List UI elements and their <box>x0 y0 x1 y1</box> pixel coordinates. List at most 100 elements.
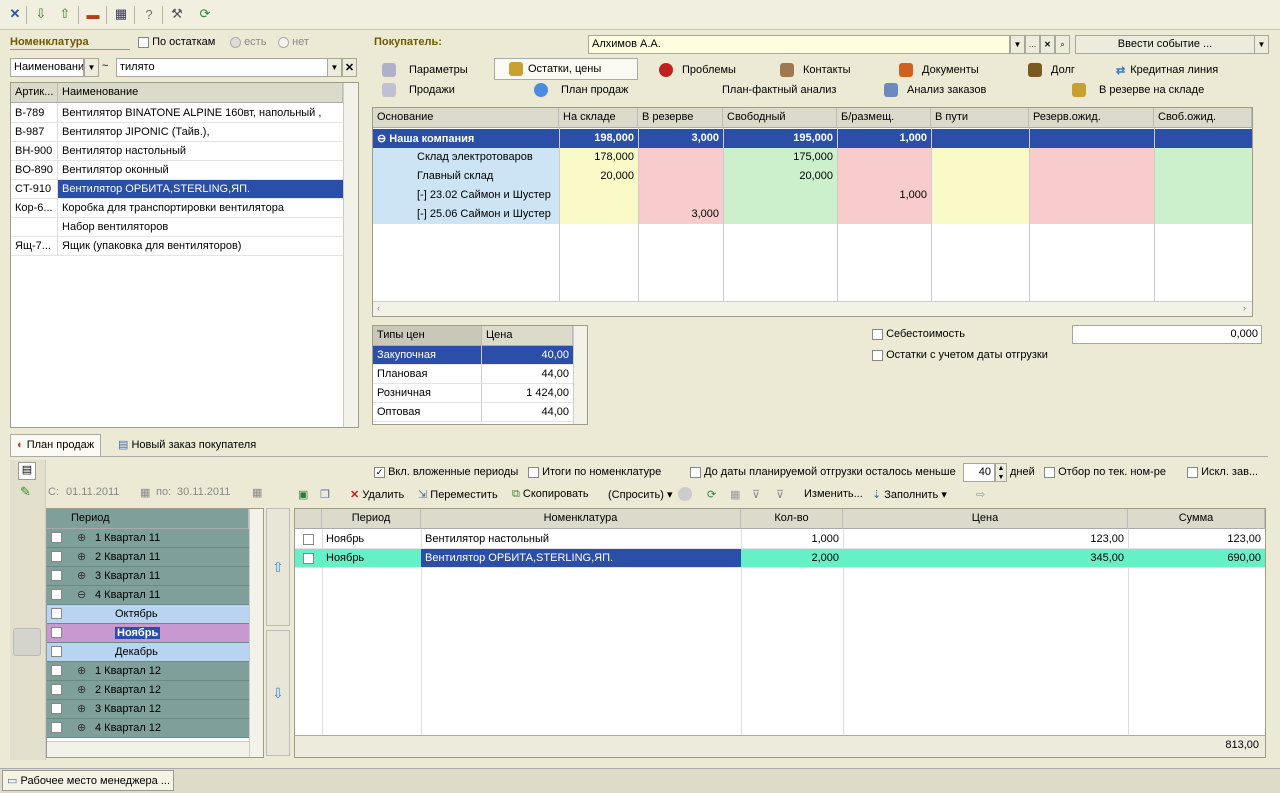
period-checkbox[interactable] <box>51 608 62 619</box>
row-checkbox[interactable] <box>303 552 314 564</box>
price-value-cell[interactable]: 44,00 <box>482 403 573 422</box>
tab-stock-prices[interactable]: Остатки, цены <box>494 58 638 80</box>
help-icon[interactable]: ? <box>140 5 158 23</box>
col-article[interactable]: Артик... <box>11 83 58 103</box>
expand-icon[interactable]: ⊕ <box>77 664 86 677</box>
expand-icon[interactable]: ⊕ <box>77 550 86 563</box>
plan-col-header[interactable]: Кол-во <box>741 509 843 529</box>
period-row[interactable]: ⊕ 4 Квартал 12 <box>47 719 249 738</box>
name-cell[interactable]: Вентилятор оконный <box>58 161 343 180</box>
name-cell[interactable]: Вентилятор настольный <box>58 142 343 161</box>
period-checkbox[interactable] <box>51 703 62 714</box>
refresh-icon[interactable]: ⟳ <box>196 5 214 23</box>
col-name[interactable]: Наименование <box>58 83 343 103</box>
plan-price-cell[interactable]: 123,00 <box>843 530 1128 549</box>
nested-checkbox[interactable]: ✓ Вкл. вложенные периоды <box>374 466 518 478</box>
plan-price-cell[interactable]: 345,00 <box>843 549 1128 568</box>
cost-value[interactable]: 0,000 <box>1072 325 1262 344</box>
scrollbar[interactable] <box>343 83 358 427</box>
move-down-icon[interactable]: ⇩ <box>266 630 290 756</box>
delete-button[interactable]: ✕ Удалить <box>350 488 404 501</box>
tab-reserve-warehouse[interactable]: В резерве на складе <box>1068 80 1208 100</box>
radio-yes[interactable]: есть <box>230 36 266 48</box>
tab-new-order[interactable]: ▤ Новый заказ покупателя <box>112 434 262 456</box>
tab-problems[interactable]: Проблемы <box>655 60 740 80</box>
expand-icon[interactable]: ⊕ <box>77 531 86 544</box>
chevron-down-icon[interactable]: ▼ <box>84 58 99 77</box>
article-cell[interactable]: BO-890 <box>11 161 58 180</box>
to-calendar-icon[interactable]: ▦ <box>252 486 262 499</box>
horizontal-scrollbar[interactable] <box>47 741 249 757</box>
name-cell[interactable]: Ящик (упаковка для вентиляторов) <box>58 237 343 256</box>
price-value-cell[interactable]: 44,00 <box>482 365 573 384</box>
period-checkbox[interactable] <box>51 532 62 543</box>
article-cell[interactable]: B-789 <box>11 104 58 123</box>
tab-sales-plan-bottom[interactable]: ◐ План продаж <box>10 434 102 456</box>
stock-col-header[interactable]: Основание <box>373 108 559 128</box>
add-copy-icon[interactable]: ⇧ <box>56 5 74 23</box>
totals-checkbox[interactable]: Итоги по номенклатуре <box>528 466 661 478</box>
taskbar-item[interactable]: ▭ Рабочее место менеджера ... <box>2 770 174 791</box>
refresh-icon[interactable]: ⟳ <box>707 488 716 501</box>
chevron-down-icon[interactable]: ▼ <box>1010 35 1025 54</box>
plan-item-cell[interactable]: Вентилятор ОРБИТА,STERLING,ЯП. <box>421 549 741 568</box>
period-row[interactable]: ⊕ 1 Квартал 12 <box>47 662 249 681</box>
chevron-right-icon[interactable]: › <box>1243 303 1246 313</box>
price-type-cell[interactable]: Плановая <box>373 365 482 384</box>
period-checkbox[interactable] <box>51 646 62 657</box>
article-cell[interactable]: CT-910 <box>11 180 58 199</box>
stock-col-header[interactable]: Свободный <box>723 108 837 128</box>
book-icon[interactable]: ▬ <box>84 5 102 23</box>
excl-checkbox[interactable]: Искл. зав... <box>1187 466 1267 478</box>
stock-row-name[interactable]: Склад электротоваров <box>373 148 559 167</box>
period-row[interactable]: ⊕ 2 Квартал 12 <box>47 681 249 700</box>
clear-icon[interactable]: ✕ <box>342 58 357 77</box>
filter-clear-icon[interactable]: ⊽ <box>776 488 784 501</box>
ask-button[interactable]: (Спросить) ▾ <box>608 488 672 501</box>
export-icon[interactable]: ⇨ <box>976 488 985 501</box>
stock-col-header[interactable]: Б/размещ. <box>837 108 931 128</box>
plan-col-header[interactable]: Номенклатура <box>421 509 741 529</box>
period-checkbox[interactable] <box>51 570 62 581</box>
chevron-left-icon[interactable]: ‹ <box>377 303 380 313</box>
stock-col-header[interactable]: В пути <box>931 108 1029 128</box>
tab-sales-plan[interactable]: План продаж <box>530 80 632 100</box>
calendar-icon[interactable]: ▤ <box>18 462 36 480</box>
select-all-icon[interactable]: ▣ <box>298 488 308 501</box>
save-icon[interactable] <box>13 628 41 656</box>
expand-icon[interactable]: ⊕ <box>77 683 86 696</box>
stock-row-name[interactable]: [-] 23.02 Саймон и Шустер <box>373 186 559 205</box>
from-date[interactable]: 01.11.2011 <box>66 486 119 498</box>
scrollbar[interactable] <box>573 326 587 424</box>
tab-contacts[interactable]: Контакты <box>776 60 855 80</box>
plan-period-cell[interactable]: Ноябрь <box>322 530 421 549</box>
stock-col-header[interactable]: В резерве <box>638 108 723 128</box>
tab-plan-fact[interactable]: План-фактный анализ <box>718 80 840 100</box>
stock-row-name[interactable]: [-] 25.06 Саймон и Шустер <box>373 205 559 224</box>
expand-icon[interactable]: ⊕ <box>77 721 86 734</box>
article-cell[interactable]: Кор-6... <box>11 199 58 218</box>
edit-icon[interactable]: ✎ <box>20 484 31 500</box>
article-cell[interactable]: Ящ-7... <box>11 237 58 256</box>
col-price-type[interactable]: Типы цен <box>373 326 482 346</box>
tab-debt[interactable]: Долг <box>1024 60 1079 80</box>
only-stock-checkbox[interactable]: По остаткам <box>138 36 215 48</box>
price-value-cell[interactable]: 1 424,00 <box>482 384 573 403</box>
plan-sum-cell[interactable]: 690,00 <box>1128 549 1265 568</box>
name-cell[interactable]: Вентилятор BINATONE ALPINE 160вт, наполь… <box>58 104 343 123</box>
plan-col-header[interactable]: Сумма <box>1128 509 1265 529</box>
filter-icon[interactable]: ⊽ <box>752 488 760 501</box>
price-type-cell[interactable]: Розничная <box>373 384 482 403</box>
plan-qty-cell[interactable]: 2,000 <box>741 549 843 568</box>
article-cell[interactable]: BH-900 <box>11 142 58 161</box>
period-row[interactable]: ⊕ 1 Квартал 11 <box>47 529 249 548</box>
table-icon[interactable]: ▦ <box>112 5 130 23</box>
stock-group-name[interactable]: ⊖ Наша компания <box>373 129 559 148</box>
tab-documents[interactable]: Документы <box>895 60 983 80</box>
change-button[interactable]: Изменить... <box>804 488 863 500</box>
clear-icon[interactable]: ✕ <box>1040 35 1055 54</box>
plan-sum-cell[interactable]: 123,00 <box>1128 530 1265 549</box>
stock-col-header[interactable]: Резерв.ожид. <box>1029 108 1154 128</box>
move-up-icon[interactable]: ⇧ <box>266 508 290 626</box>
chevron-down-icon[interactable]: ▼ <box>1254 35 1269 54</box>
